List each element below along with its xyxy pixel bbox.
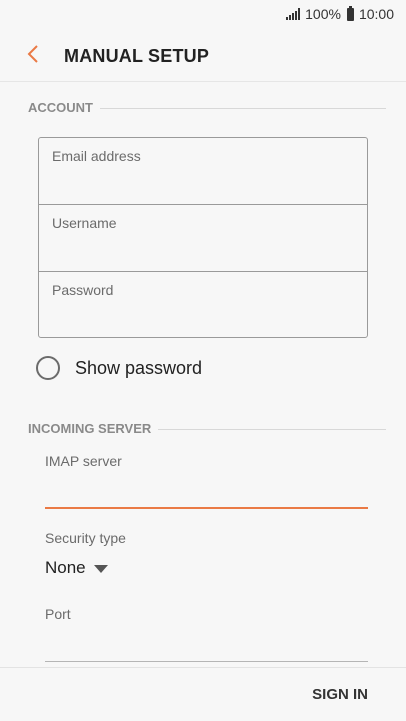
caret-down-icon — [93, 564, 108, 573]
section-header-account: ACCOUNT — [28, 100, 93, 115]
chevron-left-icon — [27, 45, 38, 63]
back-button[interactable] — [18, 38, 48, 70]
bottom-bar: SIGN IN — [0, 667, 406, 721]
username-field[interactable]: Username — [39, 204, 367, 271]
section-header-label: ACCOUNT — [28, 100, 93, 115]
security-type-value: None — [45, 558, 86, 577]
password-field-label: Password — [52, 282, 114, 298]
security-type-label: Security type — [45, 530, 126, 546]
port-label: Port — [45, 606, 71, 622]
clock: 10:00 — [358, 6, 394, 22]
email-field[interactable]: Email address — [39, 138, 367, 205]
security-type-select[interactable]: None — [45, 558, 108, 578]
signal-icon — [286, 8, 301, 20]
show-password-label: Show password — [75, 357, 203, 378]
imap-server-label: IMAP server — [45, 453, 122, 469]
email-field-label: Email address — [52, 148, 141, 164]
battery-icon — [346, 5, 354, 21]
sign-in-button[interactable]: SIGN IN — [312, 686, 368, 703]
port-input[interactable] — [45, 634, 368, 662]
battery-percent: 100% — [305, 6, 341, 22]
password-field[interactable]: Password — [39, 271, 367, 338]
account-fields-box: Email address Username Password — [38, 137, 368, 338]
username-field-label: Username — [52, 215, 117, 231]
section-header-incoming-server: INCOMING SERVER — [28, 421, 151, 436]
app-bar: MANUAL SETUP — [0, 28, 406, 82]
page-title: MANUAL SETUP — [64, 46, 210, 66]
radio-circle-icon[interactable] — [36, 356, 60, 380]
status-indicators: 100% 10:00 — [286, 5, 394, 22]
status-bar: 100% 10:00 — [0, 0, 406, 28]
imap-server-input[interactable] — [45, 475, 368, 509]
show-password-toggle[interactable]: Show password — [36, 356, 202, 380]
section-header-label: INCOMING SERVER — [28, 421, 152, 436]
